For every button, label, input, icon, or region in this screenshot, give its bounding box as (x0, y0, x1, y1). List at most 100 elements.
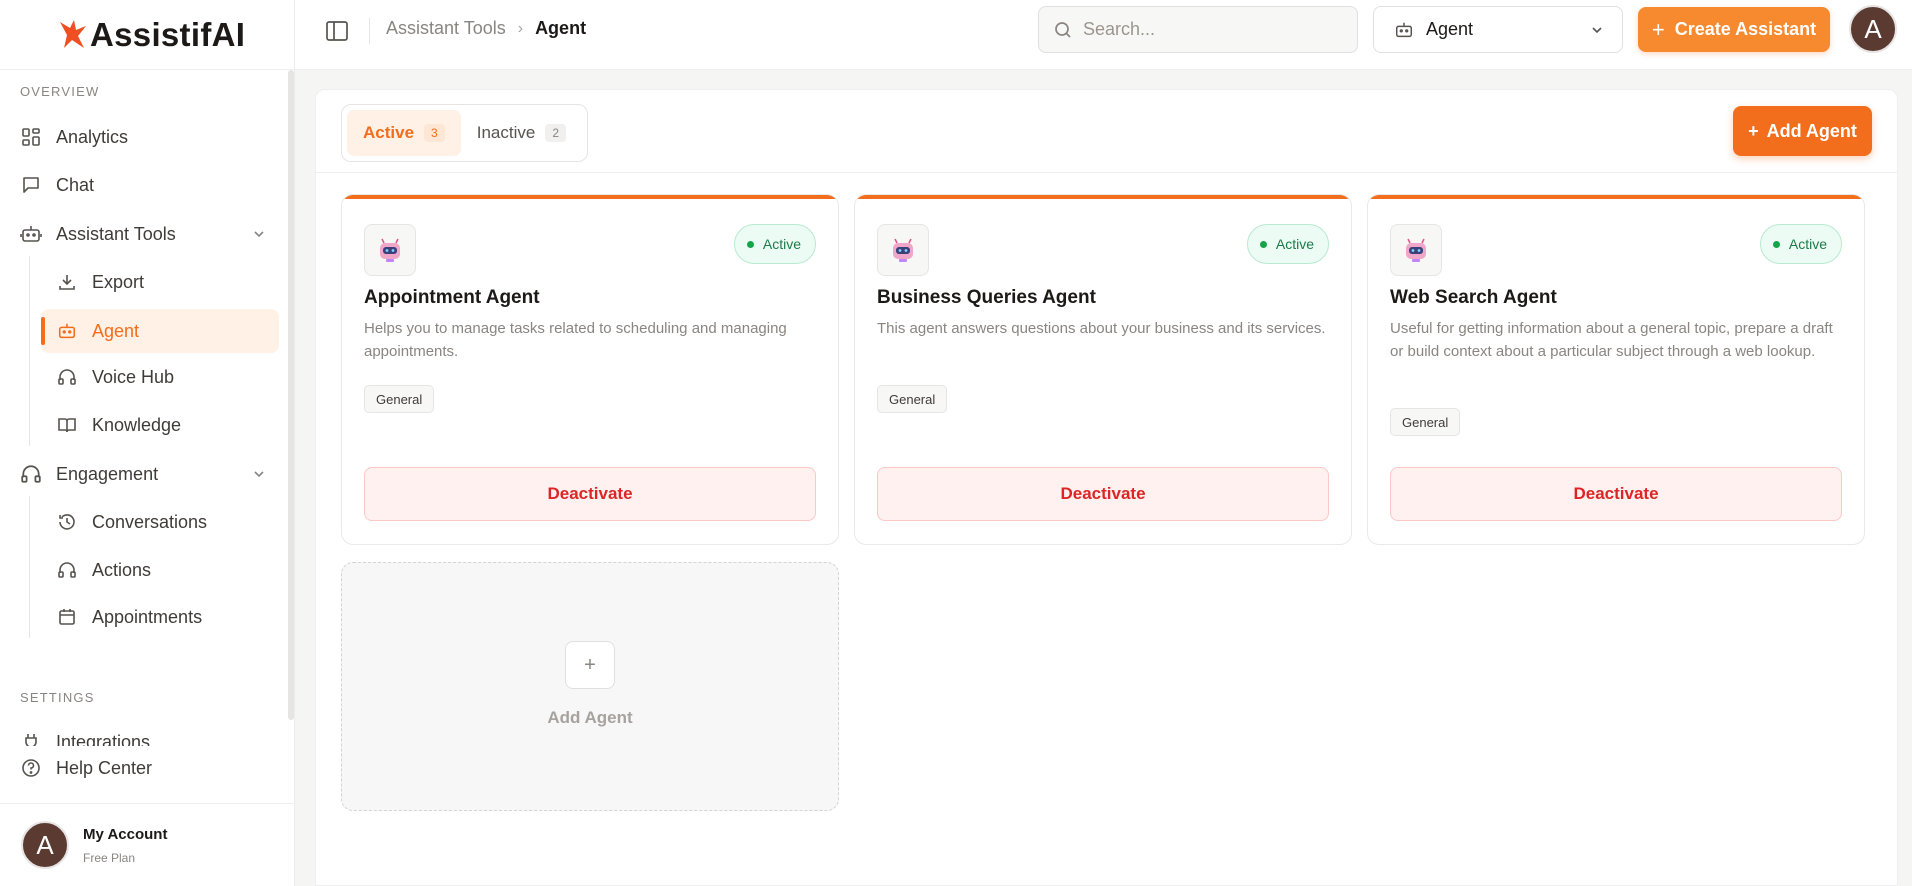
account-plan: Free Plan (83, 850, 136, 865)
sidebar-item-voice-hub[interactable]: Voice Hub (56, 357, 279, 397)
account-menu[interactable]: A My Account Free Plan (0, 803, 294, 886)
brand-name: AssistifAI (90, 15, 246, 53)
sidebar-item-label: Agent (92, 320, 140, 341)
sidebar-item-actions[interactable]: Actions (56, 550, 279, 590)
sidebar-item-label: Assistant Tools (56, 223, 176, 244)
book-icon (56, 414, 78, 436)
breadcrumb: Assistant Tools › Agent (386, 18, 586, 39)
sidebar-item-label: Export (92, 271, 145, 292)
sidebar-scrollbar[interactable] (288, 70, 294, 720)
agent-description: Helps you to manage tasks related to sch… (364, 320, 787, 360)
chat-icon (20, 174, 42, 196)
plus-icon: + (1651, 16, 1665, 42)
search-box[interactable] (1038, 6, 1358, 53)
tree-line (29, 496, 30, 638)
topbar: Assistant Tools › Agent Agent + Create A… (295, 0, 1912, 70)
avatar: A (21, 821, 69, 869)
agent-card: Active Business Queries Agent This agent… (854, 194, 1352, 545)
agent-title: Business Queries Agent (877, 287, 1096, 308)
add-agent-card[interactable]: + Add Agent (341, 562, 839, 811)
sidebar-item-label: Chat (56, 174, 95, 195)
chevron-down-icon (254, 231, 264, 238)
download-icon (56, 271, 78, 293)
sidebar-item-knowledge[interactable]: Knowledge (56, 405, 279, 445)
history-icon (56, 511, 78, 533)
agent-description: This agent answers questions about your … (877, 320, 1326, 337)
status-tabs: Active 3 Inactive 2 (341, 104, 588, 162)
breadcrumb-current: Agent (535, 18, 587, 38)
sidebar-toggle-icon[interactable] (323, 17, 351, 45)
section-label-overview: OVERVIEW (20, 84, 100, 99)
logo[interactable]: AssistifAI (0, 0, 294, 70)
sidebar-item-chat[interactable]: Chat (20, 165, 282, 205)
sidebar-item-label: Appointments (92, 606, 203, 627)
panel-header: Active 3 Inactive 2 + Add Agent (316, 90, 1897, 173)
agent-description: Useful for getting information about a g… (1390, 320, 1833, 360)
status-label: Active (1275, 236, 1314, 252)
tab-active[interactable]: Active 3 (347, 110, 461, 156)
plug-icon (20, 731, 42, 746)
assistant-select-value: Agent (1426, 19, 1474, 39)
add-agent-button[interactable]: + Add Agent (1733, 106, 1872, 156)
agent-tag: General (364, 385, 435, 413)
robot-icon (1396, 22, 1412, 37)
sidebar-item-assistant-tools[interactable]: Assistant Tools (20, 214, 282, 254)
agent-card: Active Appointment Agent Helps you to ma… (341, 194, 839, 545)
robot-icon (56, 320, 78, 342)
sidebar-item-agent[interactable]: Agent (41, 309, 279, 353)
tab-label: Inactive (476, 123, 536, 142)
divider (369, 18, 370, 44)
agent-tag: General (1390, 408, 1461, 436)
tab-label: Active (363, 123, 415, 142)
sidebar-item-label: Actions (92, 559, 152, 580)
sidebar-item-integrations[interactable]: Integrations (20, 722, 282, 746)
status-dot (746, 240, 754, 248)
add-agent-label: Add Agent (1766, 120, 1857, 141)
add-agent-card-label: Add Agent (547, 708, 633, 727)
sidebar-item-export[interactable]: Export (56, 262, 279, 302)
breadcrumb-separator: › (517, 19, 524, 37)
account-name: My Account (83, 825, 168, 843)
headphones-icon (56, 366, 78, 388)
sidebar-item-appointments[interactable]: Appointments (56, 597, 279, 637)
page-scrollbar[interactable] (1906, 70, 1912, 886)
plus-icon: + (1748, 120, 1759, 141)
assistant-select[interactable]: Agent (1373, 6, 1623, 53)
breadcrumb-item[interactable]: Assistant Tools (386, 18, 506, 39)
robot-avatar-icon (877, 224, 929, 276)
sidebar-item-engagement[interactable]: Engagement (20, 454, 282, 494)
status-badge: Active (1759, 224, 1842, 264)
status-label: Active (1788, 236, 1827, 252)
agent-title: Appointment Agent (364, 287, 540, 308)
sidebar-item-label: Voice Hub (92, 366, 175, 387)
sidebar: AssistifAI OVERVIEW Analytics Chat Assis… (0, 0, 295, 886)
tree-line (29, 256, 30, 446)
search-input[interactable] (1083, 19, 1343, 40)
deactivate-button[interactable]: Deactivate (364, 467, 816, 521)
tab-count-badge: 3 (424, 124, 445, 142)
tab-inactive[interactable]: Inactive 2 (461, 110, 582, 156)
plus-icon: + (565, 641, 615, 689)
agent-title: Web Search Agent (1390, 287, 1557, 308)
sidebar-item-analytics[interactable]: Analytics (20, 117, 282, 157)
sidebar-item-label: Integrations (56, 731, 151, 747)
calendar-icon (56, 606, 78, 628)
status-badge: Active (1246, 224, 1329, 264)
sidebar-item-label: Knowledge (92, 414, 182, 435)
create-assistant-button[interactable]: + Create Assistant (1638, 7, 1830, 52)
agent-tag: General (877, 385, 948, 413)
agents-panel: Active 3 Inactive 2 + Add Agent Active A… (315, 89, 1898, 886)
chevron-down-icon (1592, 27, 1602, 34)
sidebar-item-label: Analytics (56, 126, 129, 147)
avatar[interactable]: A (1849, 5, 1897, 53)
robot-icon (20, 223, 42, 245)
sidebar-item-label: Engagement (56, 463, 159, 484)
help-center-label: Help Center (56, 757, 153, 778)
help-center-link[interactable]: Help Center (20, 752, 282, 784)
sidebar-item-conversations[interactable]: Conversations (56, 502, 279, 542)
status-dot (1259, 240, 1267, 248)
deactivate-button[interactable]: Deactivate (1390, 467, 1842, 521)
robot-avatar-icon (364, 224, 416, 276)
chevron-down-icon (254, 471, 264, 478)
deactivate-button[interactable]: Deactivate (877, 467, 1329, 521)
